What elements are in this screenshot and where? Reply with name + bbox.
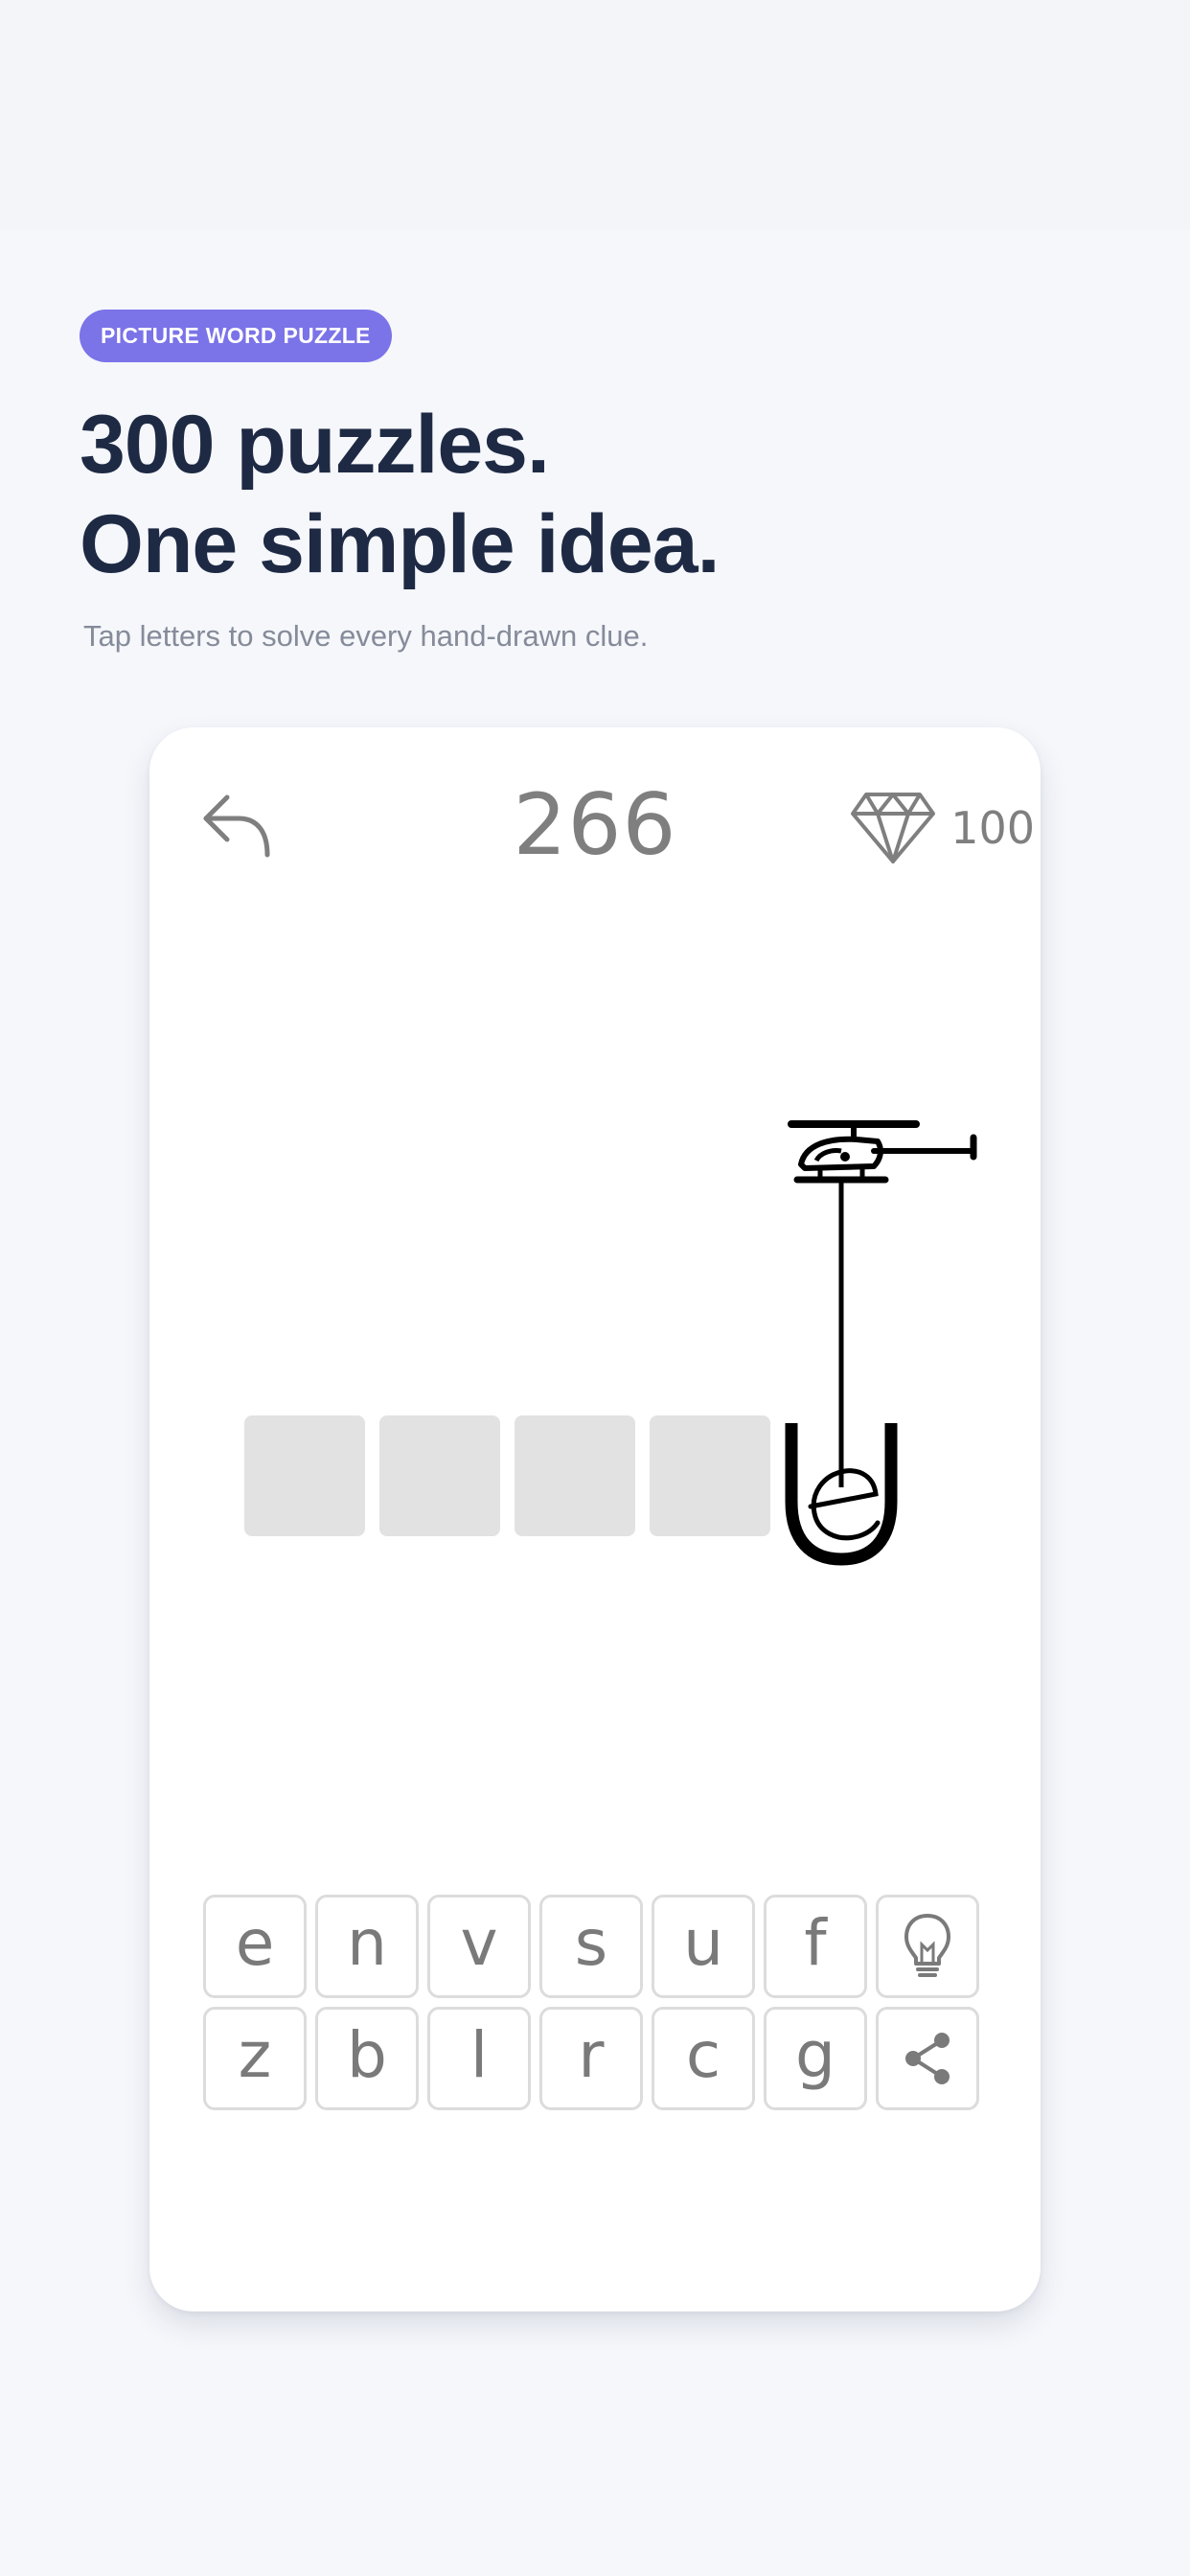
headline-line-2: One simple idea.: [80, 498, 720, 590]
key-letter[interactable]: g: [764, 2007, 867, 2110]
headline-line-1: 300 puzzles.: [80, 399, 550, 491]
key-letter[interactable]: l: [427, 2007, 531, 2110]
key-letter[interactable]: n: [315, 1895, 419, 1998]
key-letter[interactable]: v: [427, 1895, 531, 1998]
share-icon: [905, 2033, 950, 2084]
key-letter[interactable]: c: [652, 2007, 755, 2110]
answer-slot-3[interactable]: [515, 1415, 635, 1536]
page-subtitle: Tap letters to solve every hand-drawn cl…: [83, 619, 649, 653]
category-badge: PICTURE WORD PUZZLE: [80, 310, 392, 362]
gem-counter[interactable]: 100: [849, 785, 1035, 871]
hint-button[interactable]: [876, 1895, 979, 1998]
game-screen-card: 266 100 e n v s u f z b l r c g: [149, 727, 1041, 2312]
gem-count: 100: [950, 802, 1035, 854]
answer-slot-2[interactable]: [379, 1415, 500, 1536]
key-letter[interactable]: e: [203, 1895, 307, 1998]
key-letter[interactable]: u: [652, 1895, 755, 1998]
key-letter[interactable]: r: [539, 2007, 643, 2110]
lightbulb-icon: [904, 1914, 950, 1977]
key-letter[interactable]: z: [203, 2007, 307, 2110]
page-headline: 300 puzzles. One simple idea.: [80, 395, 720, 594]
key-letter[interactable]: s: [539, 1895, 643, 1998]
letter-keyboard: e n v s u f z b l r c g: [203, 1895, 979, 2110]
status-bar-area: [0, 0, 1190, 230]
key-letter[interactable]: b: [315, 2007, 419, 2110]
share-button[interactable]: [876, 2007, 979, 2110]
answer-slot-4[interactable]: [650, 1415, 770, 1536]
answer-slot-1[interactable]: [244, 1415, 365, 1536]
clue-picture-helicopter-icon: [785, 1120, 977, 1566]
diamond-icon: [851, 793, 936, 863]
key-letter[interactable]: f: [764, 1895, 867, 1998]
